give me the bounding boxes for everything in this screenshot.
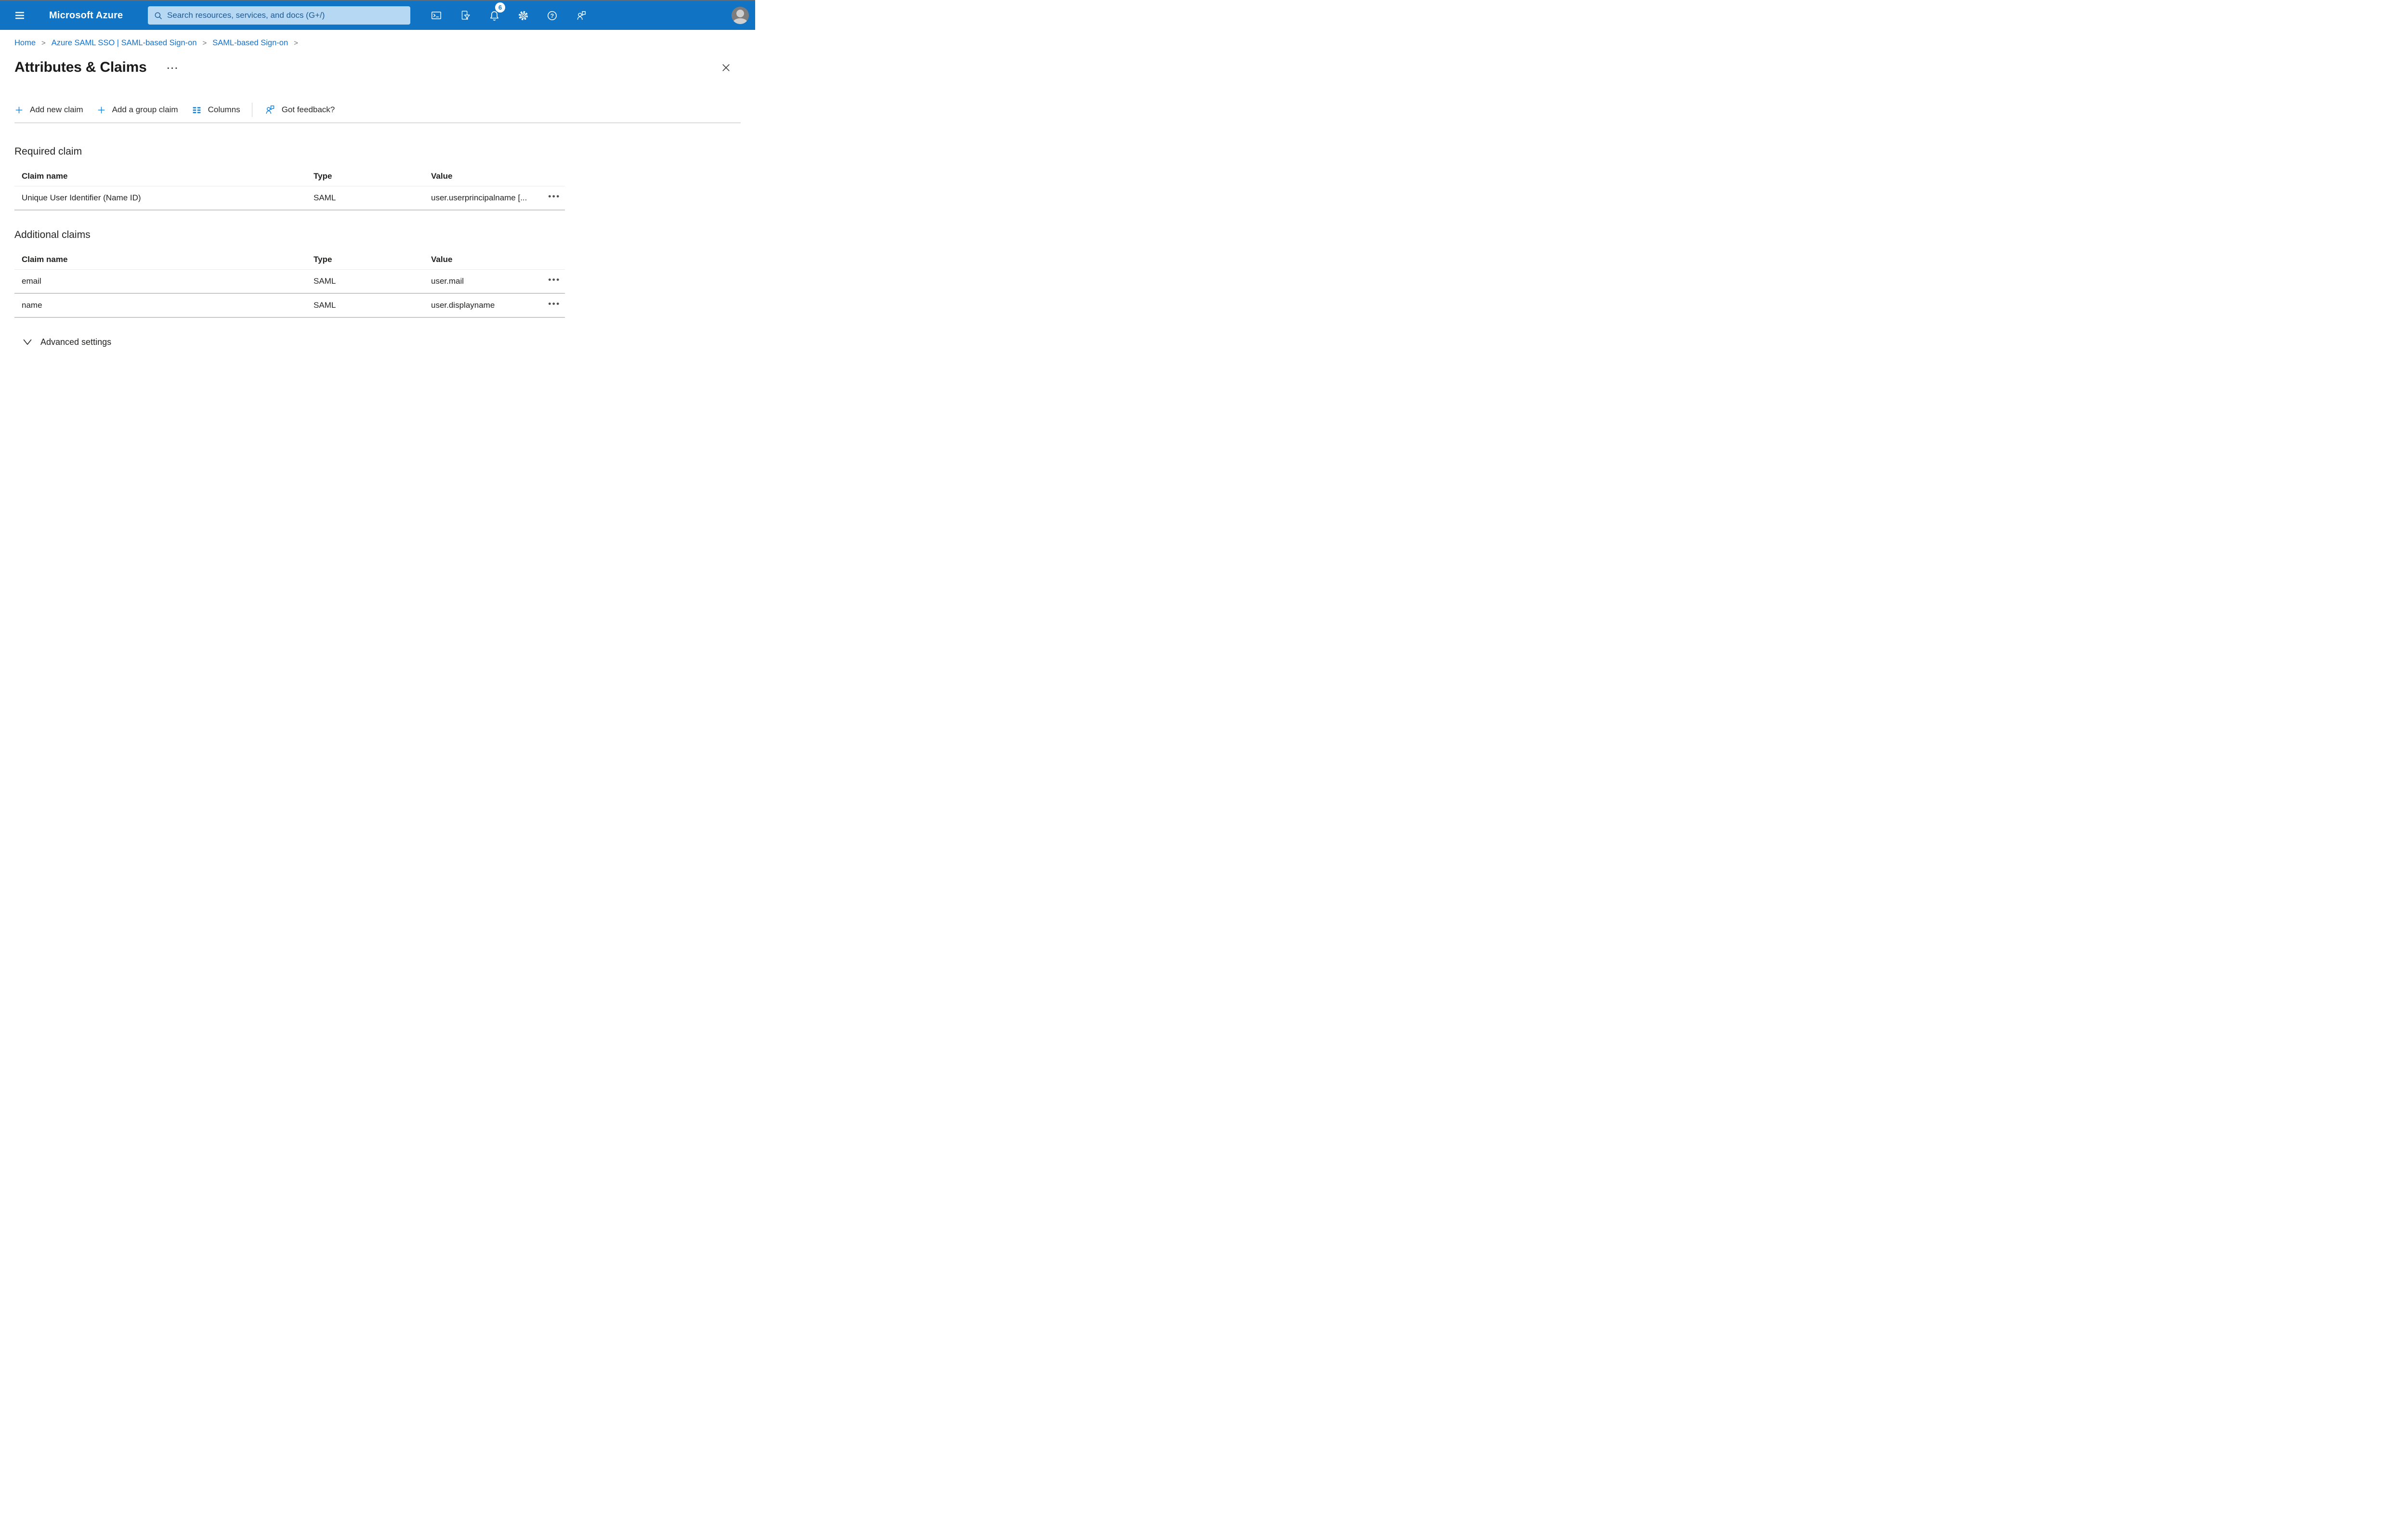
row-context-menu-button[interactable]: ••• (548, 299, 560, 312)
cloud-shell-terminal-icon (432, 12, 441, 19)
claim-value-cell: user.mail (431, 276, 464, 286)
table-row[interactable]: email SAML user.mail ••• (14, 270, 565, 294)
additional-claims-heading: Additional claims (14, 229, 91, 240)
directory-filter-icon (461, 11, 470, 20)
topbar-icon-group: 6 ? (422, 1, 595, 30)
person-feedback-icon (266, 105, 274, 114)
global-search-box[interactable] (148, 6, 410, 25)
notification-count-badge: 6 (495, 2, 505, 13)
search-icon (155, 12, 162, 19)
advanced-settings-toggle[interactable]: Advanced settings (14, 337, 111, 347)
column-header-claim-name: Claim name (22, 171, 68, 181)
azure-top-bar: Microsoft Azure Search resources, servic… (0, 1, 755, 30)
claim-type-cell: SAML (314, 301, 336, 310)
chevron-down-icon (23, 339, 32, 345)
table-row[interactable]: Unique User Identifier (Name ID) SAML us… (14, 186, 565, 210)
claim-type-cell: SAML (314, 276, 336, 286)
blade-title-row: Attributes & Claims ··· (14, 57, 741, 78)
additional-claims-table: Claim name Type Value email SAML user.ma… (14, 250, 565, 318)
directory-filter-button[interactable] (451, 1, 480, 30)
microsoft-azure-logo[interactable]: Microsoft Azure (49, 1, 123, 30)
cloud-shell-button[interactable] (422, 1, 451, 30)
columns-label: Columns (208, 105, 240, 114)
breadcrumb: Home > Azure SAML SSO | SAML-based Sign-… (14, 38, 741, 48)
columns-icon (193, 106, 200, 113)
column-header-type: Type (314, 171, 332, 181)
required-claim-heading: Required claim (14, 146, 82, 157)
add-new-claim-button[interactable]: Add new claim (14, 105, 83, 115)
svg-text:?: ? (550, 12, 553, 19)
table-header-row: Claim name Type Value (14, 167, 565, 186)
user-avatar[interactable] (732, 7, 749, 24)
table-row[interactable]: name SAML user.displayname ••• (14, 294, 565, 318)
add-group-claim-label: Add a group claim (112, 105, 178, 114)
hamburger-menu-button[interactable] (11, 1, 29, 30)
required-claim-table: Claim name Type Value Unique User Identi… (14, 167, 565, 210)
feedback-button[interactable] (566, 1, 595, 30)
add-new-claim-label: Add new claim (30, 105, 83, 114)
breadcrumb-separator: > (41, 39, 46, 47)
column-header-type: Type (314, 255, 332, 264)
claim-value-cell: user.displayname (431, 301, 495, 310)
claim-name-cell: Unique User Identifier (Name ID) (22, 193, 141, 202)
claim-value-cell: user.userprincipalname [... (431, 193, 527, 202)
help-icon: ? (547, 11, 557, 20)
plus-icon (15, 106, 23, 113)
column-header-value: Value (431, 255, 453, 264)
claim-name-cell: name (22, 301, 42, 310)
breadcrumb-saml-signon-link[interactable]: SAML-based Sign-on (212, 39, 288, 48)
claim-type-cell: SAML (314, 193, 336, 202)
close-blade-button[interactable] (718, 59, 734, 76)
search-input[interactable] (167, 11, 405, 20)
column-header-value: Value (431, 171, 453, 181)
hamburger-icon (15, 12, 24, 19)
close-icon (722, 64, 730, 71)
plus-icon (98, 106, 105, 113)
azure-portal-screen: Microsoft Azure Search resources, servic… (0, 0, 755, 347)
table-header-row: Claim name Type Value (14, 250, 565, 270)
settings-gear-icon (518, 11, 528, 20)
notifications-button[interactable]: 6 (480, 1, 509, 30)
settings-button[interactable] (509, 1, 537, 30)
title-more-options-button[interactable]: ··· (167, 61, 179, 74)
breadcrumb-app-link[interactable]: Azure SAML SSO | SAML-based Sign-on (52, 39, 197, 48)
got-feedback-label: Got feedback? (281, 105, 335, 114)
avatar-body-shape (733, 18, 747, 24)
claim-name-cell: email (22, 276, 41, 286)
blade-content: Home > Azure SAML SSO | SAML-based Sign-… (0, 38, 755, 347)
row-context-menu-button[interactable]: ••• (548, 192, 560, 204)
breadcrumb-home-link[interactable]: Home (14, 39, 36, 48)
command-bar-rule (14, 122, 741, 123)
help-button[interactable]: ? (537, 1, 566, 30)
row-context-menu-button[interactable]: ••• (548, 275, 560, 288)
got-feedback-button[interactable]: Got feedback? (264, 104, 335, 116)
advanced-settings-label: Advanced settings (40, 337, 112, 347)
add-group-claim-button[interactable]: Add a group claim (97, 105, 178, 115)
page-title: Attributes & Claims (14, 59, 147, 75)
breadcrumb-separator: > (294, 39, 298, 47)
columns-button[interactable]: Columns (192, 105, 240, 115)
breadcrumb-separator: > (202, 39, 207, 47)
column-header-claim-name: Claim name (22, 255, 68, 264)
person-feedback-icon (577, 11, 586, 20)
command-bar: Add new claim Add a group claim Columns (14, 101, 741, 118)
avatar-head-shape (736, 10, 744, 17)
